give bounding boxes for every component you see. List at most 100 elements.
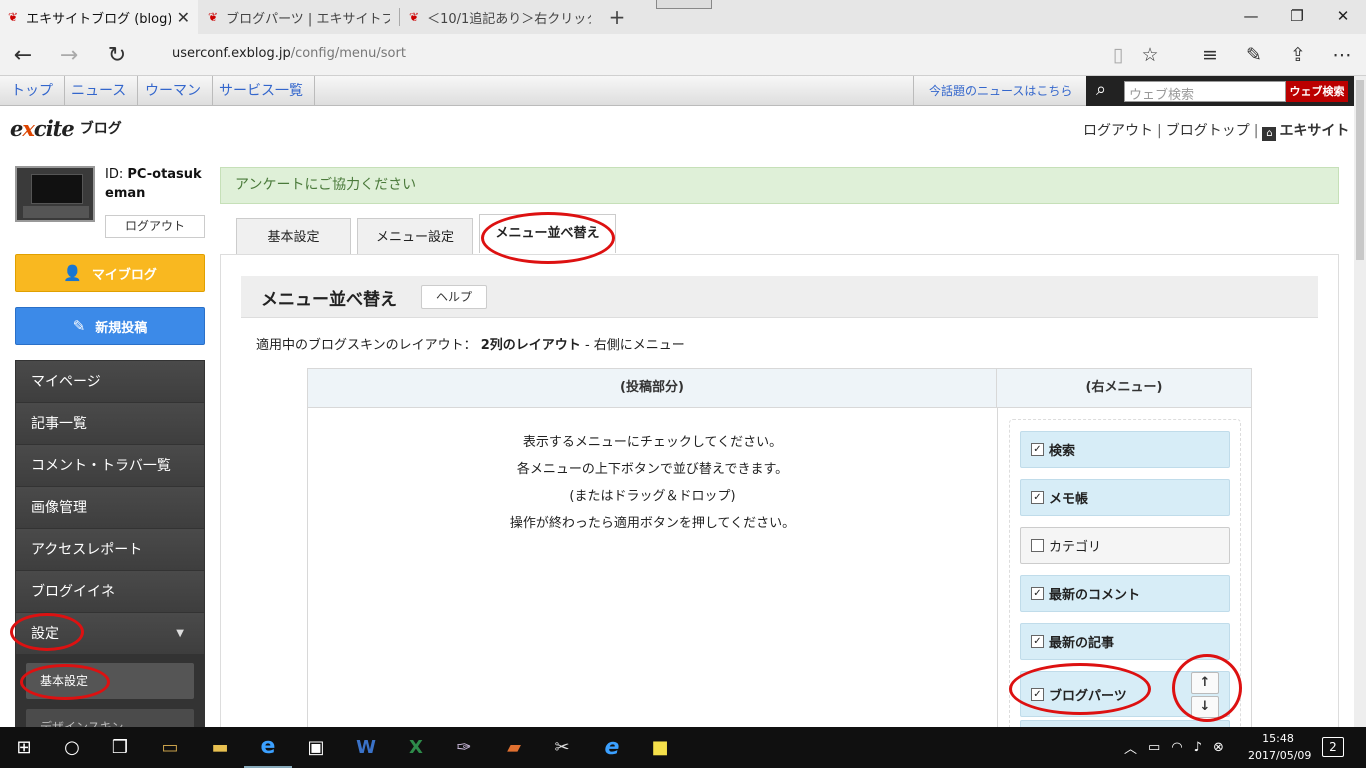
- browser-tab-bar: ❦ エキサイトブログ (blog)|メニ ✕ ❦ ブログパーツ | エキサイトブ…: [0, 0, 1366, 34]
- browser-tab-title: エキサイトブログ (blog)|メニ: [26, 11, 171, 27]
- favorite-star-icon[interactable]: ☆: [1130, 40, 1170, 70]
- header-logout-link[interactable]: ログアウト: [1083, 123, 1153, 139]
- chevron-up-icon[interactable]: ︿: [1124, 738, 1137, 757]
- checkbox-checked[interactable]: ✓: [1031, 443, 1044, 456]
- sidebar-item-settings[interactable]: 設定 ▼: [16, 613, 204, 655]
- windows-start-icon[interactable]: ⊞: [0, 727, 48, 768]
- minimize-icon[interactable]: —: [1228, 0, 1274, 32]
- volume-muted-icon[interactable]: ♪: [1194, 740, 1202, 755]
- help-button[interactable]: ヘルプ: [421, 285, 487, 309]
- url-field[interactable]: userconf.exblog.jp/config/menu/sort: [172, 46, 406, 61]
- edge-icon[interactable]: e: [244, 727, 292, 768]
- checkbox-checked[interactable]: ✓: [1031, 687, 1044, 701]
- internet-explorer-icon[interactable]: e: [588, 727, 636, 768]
- back-icon[interactable]: ←: [0, 34, 46, 76]
- explorer-app-icon[interactable]: ▭: [146, 727, 194, 768]
- tab-divider: [399, 8, 400, 26]
- excite-blog-logo[interactable]: excite ブログ: [10, 114, 122, 142]
- checkbox-checked[interactable]: ✓: [1031, 491, 1044, 504]
- excel-icon[interactable]: X: [392, 727, 440, 768]
- battery-icon[interactable]: ▭: [1148, 740, 1160, 755]
- checkbox-checked[interactable]: ✓: [1031, 635, 1044, 648]
- excite-link[interactable]: エキサイト: [1279, 123, 1349, 139]
- file-explorer-icon[interactable]: ▬: [196, 727, 244, 768]
- word-icon[interactable]: W: [342, 727, 390, 768]
- share-icon[interactable]: ⇪: [1278, 40, 1318, 70]
- sticky-notes-icon[interactable]: ■: [636, 727, 684, 768]
- menu-item-category[interactable]: カテゴリ: [1020, 527, 1230, 564]
- trending-news-link[interactable]: 今話題のニュースはこちら: [913, 76, 1087, 106]
- new-tab-button[interactable]: +: [602, 0, 632, 34]
- browser-tab-1[interactable]: ❦ エキサイトブログ (blog)|メニ ✕: [0, 0, 198, 34]
- close-window-icon[interactable]: ✕: [1320, 0, 1366, 32]
- clock[interactable]: 15:48 2017/05/09: [1248, 730, 1311, 764]
- clock-time: 15:48: [1262, 732, 1294, 745]
- cortana-icon[interactable]: ○: [48, 727, 96, 768]
- sidebar-item-comments[interactable]: コメント・トラバ一覧: [16, 445, 204, 487]
- new-post-button[interactable]: ✎ 新規投稿: [15, 307, 205, 345]
- window-drag-handle[interactable]: [656, 0, 712, 9]
- gnav-woman[interactable]: ウーマン: [134, 76, 213, 106]
- store-icon[interactable]: ▣: [292, 727, 340, 768]
- settings-label: 設定: [31, 626, 59, 642]
- myblog-label: マイブログ: [91, 267, 157, 283]
- web-note-icon[interactable]: ✎: [1234, 40, 1274, 70]
- cancel-circle-icon[interactable]: ⊗: [1213, 740, 1224, 755]
- page-scrollbar[interactable]: [1354, 76, 1366, 727]
- browser-tab-3[interactable]: ❦ ＜10/1追記あり＞右クリックを: [401, 0, 599, 34]
- menu-item-label: 最新の記事: [1049, 636, 1115, 651]
- layout-table: (投稿部分) (右メニュー) 表示するメニューにチェックしてください。 各メニュ…: [307, 368, 1252, 727]
- browser-tab-2[interactable]: ❦ ブログパーツ | エキサイトブログ: [200, 0, 398, 34]
- move-up-button[interactable]: ↑: [1191, 672, 1219, 694]
- submenu-basic-settings[interactable]: 基本設定: [26, 663, 194, 699]
- hub-icon[interactable]: ≡: [1190, 40, 1230, 70]
- move-down-button[interactable]: ↓: [1191, 696, 1219, 718]
- close-tab-icon[interactable]: ✕: [177, 8, 190, 27]
- restore-icon[interactable]: ❐: [1274, 0, 1320, 32]
- sidebar-item-articles[interactable]: 記事一覧: [16, 403, 204, 445]
- tab-menu-sort[interactable]: メニュー並べ替え: [479, 214, 616, 253]
- web-search-button[interactable]: ウェブ検索: [1286, 81, 1348, 102]
- menu-item-label: ブログパーツ: [1049, 688, 1127, 704]
- blog-top-link[interactable]: ブログトップ: [1166, 123, 1250, 139]
- user-id-label: ID:: [105, 167, 124, 182]
- sidebar-item-blog-iine[interactable]: ブログイイネ: [16, 571, 204, 613]
- menu-item-next[interactable]: [1020, 720, 1230, 727]
- checkbox-checked[interactable]: ✓: [1031, 587, 1044, 600]
- avatar-laptop-screen: [31, 174, 83, 204]
- gnav-top[interactable]: トップ: [0, 76, 65, 106]
- logout-button[interactable]: ログアウト: [105, 215, 205, 238]
- web-search-input[interactable]: ウェブ検索: [1124, 81, 1286, 103]
- checkbox-unchecked[interactable]: [1031, 539, 1044, 552]
- paint-icon[interactable]: ✑: [440, 727, 488, 768]
- menu-item-recent-comments[interactable]: ✓ 最新のコメント: [1020, 575, 1230, 612]
- survey-banner[interactable]: アンケートにご協力ください: [220, 167, 1339, 204]
- panel-header: メニュー並べ替え ヘルプ: [241, 276, 1318, 318]
- gnav-news[interactable]: ニュース: [60, 76, 139, 106]
- submenu-design-skin[interactable]: デザインスキン: [26, 709, 194, 727]
- menu-item-blog-parts[interactable]: ✓ ブログパーツ ↑ ↓: [1020, 671, 1230, 718]
- sidebar-item-access-report[interactable]: アクセスレポート: [16, 529, 204, 571]
- menu-item-recent-articles[interactable]: ✓ 最新の記事: [1020, 623, 1230, 660]
- divider: |: [1157, 123, 1162, 139]
- tab-menu-settings[interactable]: メニュー設定: [357, 218, 473, 255]
- snipping-icon[interactable]: ✂: [538, 727, 586, 768]
- task-view-icon[interactable]: ❒: [96, 727, 144, 768]
- avatar[interactable]: [15, 166, 95, 222]
- more-icon[interactable]: ⋯: [1322, 40, 1362, 70]
- tab-basic-settings[interactable]: 基本設定: [236, 218, 351, 255]
- forward-icon[interactable]: →: [46, 34, 92, 76]
- sidebar-item-images[interactable]: 画像管理: [16, 487, 204, 529]
- scrollbar-thumb[interactable]: [1356, 80, 1364, 260]
- gnav-services[interactable]: サービス一覧: [208, 76, 315, 106]
- menu-item-search[interactable]: ✓ 検索: [1020, 431, 1230, 468]
- menu-item-memo[interactable]: ✓ メモ帳: [1020, 479, 1230, 516]
- toolbox-icon[interactable]: ▰: [490, 727, 538, 768]
- action-center-icon[interactable]: 2: [1322, 737, 1344, 757]
- myblog-button[interactable]: 👤 マイブログ: [15, 254, 205, 292]
- sidebar-item-mypage[interactable]: マイページ: [16, 361, 204, 403]
- home-icon: ⌂: [1262, 127, 1277, 141]
- wifi-icon[interactable]: ◠: [1171, 740, 1182, 755]
- logo-blog: ブログ: [79, 121, 122, 137]
- refresh-icon[interactable]: ↻: [94, 34, 140, 76]
